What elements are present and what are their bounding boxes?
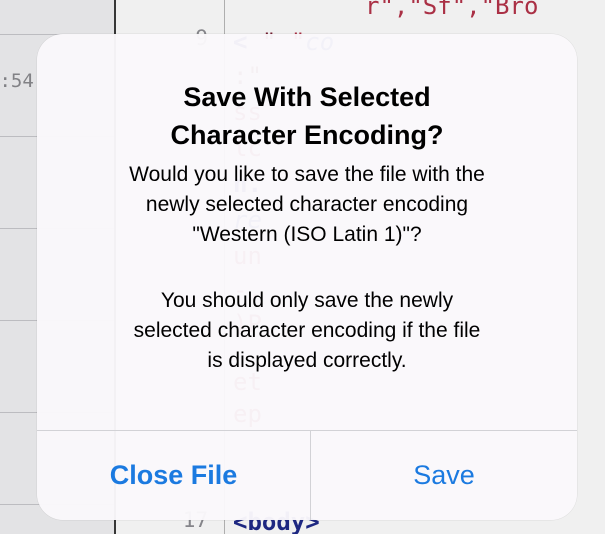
alert-warning-message: You should only save the newly selected … (133, 289, 481, 372)
save-button[interactable]: Save (311, 431, 577, 520)
screen: 5:54 9 17 r","Sf","Bro< " "co :" ss lc n… (0, 0, 605, 534)
alert-title: Save With Selected Character Encoding? (170, 82, 444, 150)
save-encoding-alert: Save With Selected Character Encoding? W… (37, 34, 577, 520)
close-file-button[interactable]: Close File (37, 431, 310, 520)
alert-message: Would you like to save the file with the… (129, 163, 485, 246)
